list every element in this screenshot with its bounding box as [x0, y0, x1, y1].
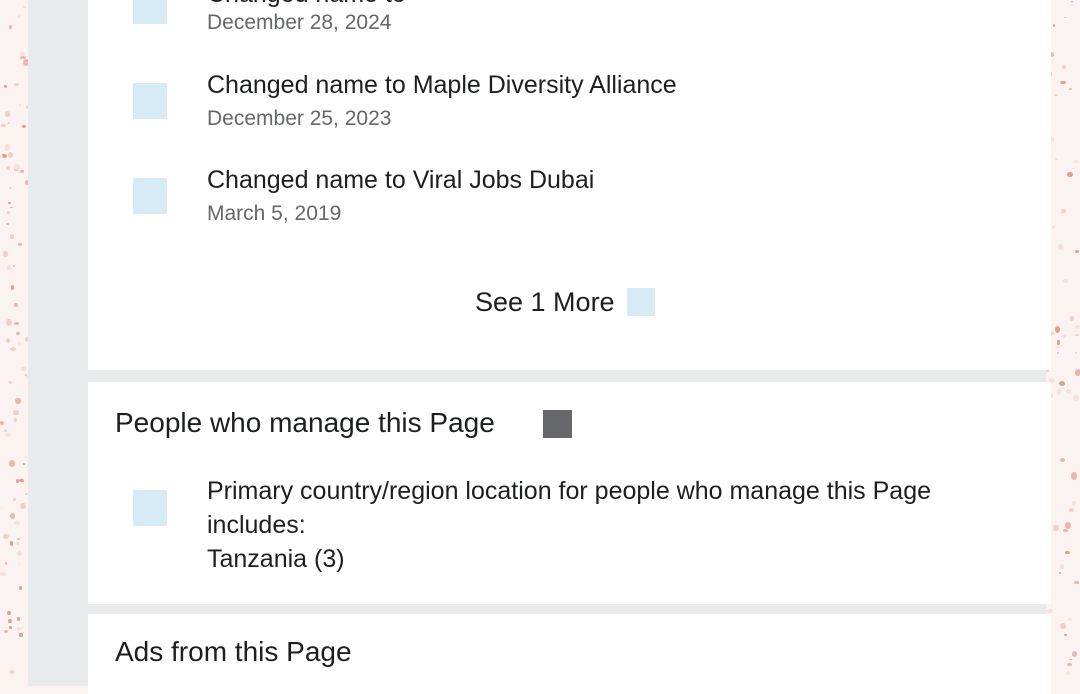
see-more-button[interactable]: See 1 More	[475, 283, 655, 321]
history-entry-date: December 28, 2024	[207, 11, 392, 34]
history-entry-date: December 25, 2023	[207, 107, 392, 130]
manager-location-description: Primary country/region location for peop…	[207, 477, 932, 539]
chevron-down-icon	[626, 288, 655, 316]
history-edit-icon	[133, 83, 167, 119]
manager-location-text: Primary country/region location for peop…	[207, 474, 1027, 576]
page-frame: Changed name to December 28, 2024 Change…	[28, 0, 1051, 694]
ads-card: Ads from this Page	[88, 614, 1051, 694]
info-icon[interactable]	[543, 410, 572, 438]
section-title: People who manage this Page	[115, 407, 495, 438]
history-edit-icon	[133, 178, 167, 214]
page-managers-card: People who manage this Page Primary coun…	[88, 382, 1051, 604]
section-title: Ads from this Page	[115, 636, 352, 667]
history-edit-icon	[133, 0, 167, 24]
history-entry-title: Changed name to Viral Jobs Dubai	[207, 166, 595, 194]
history-entry-title: Changed name to	[207, 0, 406, 9]
history-entry-title: Changed name to Maple Diversity Alliance	[207, 71, 677, 99]
location-icon	[133, 490, 167, 526]
manager-location-country: Tanzania (3)	[207, 545, 345, 573]
see-more-label: See 1 More	[475, 286, 615, 317]
history-entry-date: March 5, 2019	[207, 202, 342, 225]
page-history-card: Changed name to December 28, 2024 Change…	[88, 0, 1051, 370]
